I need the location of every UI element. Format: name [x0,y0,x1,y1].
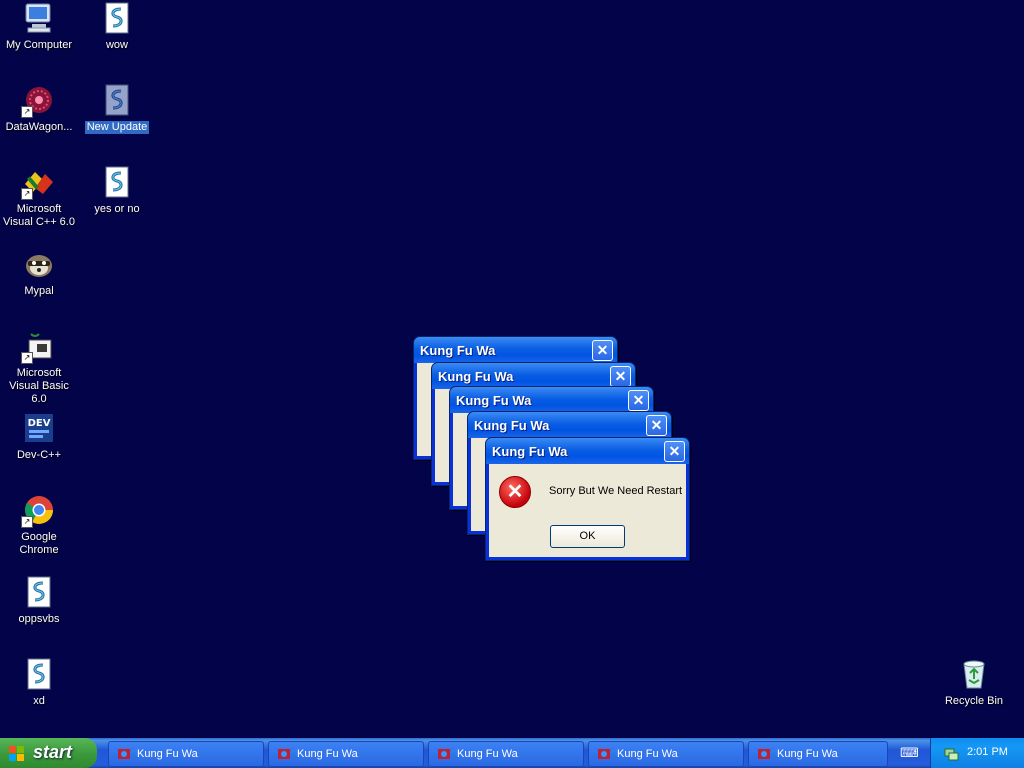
desktop-icon-label: Microsoft Visual C++ 6.0 [3,203,75,228]
chrome-icon: ↗ [21,494,55,528]
system-tray: 2:01 PM [930,738,1024,768]
dialog-titlebar[interactable]: Kung Fu Wa ✕ [468,412,671,438]
dialog-title: Kung Fu Wa [456,393,532,408]
start-button[interactable]: start [0,738,97,768]
taskbar-button-label: Kung Fu Wa [137,748,198,760]
dialog-title: Kung Fu Wa [420,343,496,358]
computer-icon [23,2,55,34]
desktop-icon-google-chrome[interactable]: ↗ Google Chrome [0,494,78,557]
network-icon[interactable] [943,745,959,761]
desktop-icon-visual-basic[interactable]: ↗ Microsoft Visual Basic 6.0 [0,330,78,406]
desktop-icon-label: My Computer [5,39,73,51]
visual-cpp-icon: ↗ [21,166,55,200]
desktop-icon-visual-cpp[interactable]: ↗ Microsoft Visual C++ 6.0 [0,166,78,229]
datawagon-icon: ↗ [21,84,55,118]
error-icon: ✕ [499,476,531,508]
shortcut-arrow-icon: ↗ [21,106,33,118]
app-icon [438,749,450,759]
app-icon [598,749,610,759]
desktop-icon-yes-or-no[interactable]: yes or no [78,166,156,216]
visual-basic-icon: ↗ [21,330,55,364]
dialog-message: Sorry But We Need Restart [549,485,683,497]
desktop-icon-my-computer[interactable]: My Computer [0,2,78,52]
clock[interactable]: 2:01 PM [967,746,1008,758]
close-button[interactable]: ✕ [592,340,613,361]
script-file-icon [101,2,133,34]
app-icon [118,749,130,759]
dialog-body: ✕ Sorry But We Need Restart OK [489,464,686,557]
desktop[interactable]: My Computer ↗ DataWagon... ↗ Microsoft V… [0,0,1024,738]
svg-text:DEV: DEV [28,418,51,429]
taskbar-button[interactable]: Kung Fu Wa [428,741,584,767]
desktop-icon-label: Dev-C++ [16,449,62,461]
app-icon [278,749,290,759]
dialog-title: Kung Fu Wa [438,369,514,384]
desktop-icon-label: New Update [84,121,150,134]
taskbar-button[interactable]: Kung Fu Wa [588,741,744,767]
close-button[interactable]: ✕ [664,441,685,462]
start-label: start [33,742,73,762]
shortcut-arrow-icon: ↗ [21,188,33,200]
recycle-bin-icon [958,658,990,690]
close-button[interactable]: ✕ [610,366,631,387]
windows-logo-icon [9,746,25,762]
taskbar-button-label: Kung Fu Wa [777,748,838,760]
script-file-icon [101,166,133,198]
desktop-icon-label: Microsoft Visual Basic 6.0 [9,367,69,405]
dev-cpp-icon: DEV [23,412,55,444]
desktop-icon-oppsvbs[interactable]: oppsvbs [0,576,78,626]
raccoon-icon [23,248,55,280]
taskbar-button-label: Kung Fu Wa [297,748,358,760]
desktop-icon-xd[interactable]: xd [0,658,78,708]
dialog-titlebar[interactable]: Kung Fu Wa ✕ [450,387,653,413]
taskbar-button-label: Kung Fu Wa [457,748,518,760]
desktop-icon-dev-cpp[interactable]: DEV Dev-C++ [0,412,78,462]
taskbar-button[interactable]: Kung Fu Wa [268,741,424,767]
desktop-icon-label: Mypal [24,285,54,297]
taskbar-button-label: Kung Fu Wa [617,748,678,760]
dialog-titlebar[interactable]: Kung Fu Wa ✕ [486,438,689,464]
desktop-icon-label: yes or no [94,203,140,215]
desktop-icon-label: xd [33,695,45,707]
taskbar-button[interactable]: Kung Fu Wa [748,741,888,767]
desktop-icon-label: Google Chrome [19,531,59,556]
desktop-icon-label: wow [105,39,128,51]
close-button[interactable]: ✕ [628,390,649,411]
taskbar: start Kung Fu Wa Kung Fu Wa Kung Fu Wa K… [0,738,1024,768]
desktop-icon-label: DataWagon... [5,121,73,133]
desktop-icon-new-update[interactable]: New Update [78,84,156,134]
dialog-title: Kung Fu Wa [474,418,550,433]
desktop-icon-wow[interactable]: wow [78,2,156,52]
dialog-title: Kung Fu Wa [492,444,568,459]
shortcut-arrow-icon: ↗ [21,352,33,364]
script-file-icon [101,84,133,116]
desktop-icon-label: oppsvbs [18,613,60,625]
error-dialog-5[interactable]: Kung Fu Wa ✕ ✕ Sorry But We Need Restart… [485,437,690,561]
script-file-icon [23,658,55,690]
desktop-icon-datawagon[interactable]: ↗ DataWagon... [0,84,78,134]
ok-button[interactable]: OK [550,525,625,548]
taskbar-button[interactable]: Kung Fu Wa [108,741,264,767]
keyboard-icon[interactable]: ⌨ [900,745,919,761]
desktop-icon-mypal[interactable]: Mypal [0,248,78,298]
app-icon [758,749,770,759]
desktop-icon-recycle-bin[interactable]: Recycle Bin [935,658,1013,708]
desktop-icon-label: Recycle Bin [944,695,1004,707]
dialog-titlebar[interactable]: Kung Fu Wa ✕ [414,337,617,363]
close-button[interactable]: ✕ [646,415,667,436]
shortcut-arrow-icon: ↗ [21,516,33,528]
script-file-icon [23,576,55,608]
